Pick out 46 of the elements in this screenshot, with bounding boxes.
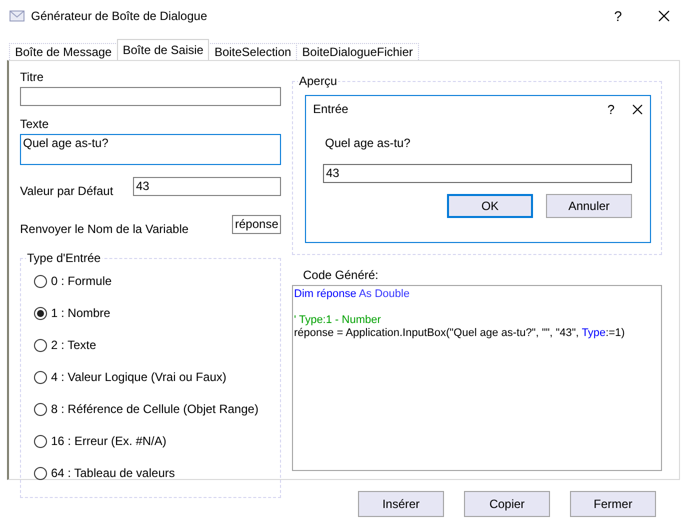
field-label: Titre bbox=[20, 69, 45, 85]
radio-button[interactable] bbox=[34, 402, 47, 416]
code-line: ' Type:1 - Number bbox=[294, 314, 382, 327]
field-label: Texte bbox=[20, 116, 50, 132]
dialog-button[interactable]: OK bbox=[447, 194, 533, 218]
radio-label[interactable]: 64 : Tableau de valeurs bbox=[51, 466, 175, 480]
radio-button[interactable] bbox=[34, 274, 47, 288]
envelope-icon bbox=[9, 9, 25, 23]
action-button[interactable]: Copier bbox=[464, 491, 550, 517]
radio-label[interactable]: 4 : Valeur Logique (Vrai ou Faux) bbox=[51, 370, 226, 384]
code-line: réponse = Application.InputBox("Quel age as-tu?", "", "43", Type:=1) bbox=[294, 327, 626, 340]
field-label: Renvoyer le Nom de la Variable bbox=[20, 220, 189, 236]
tab[interactable]: BoiteDialogueFichier bbox=[296, 43, 419, 60]
dialog-prompt: Quel age as-tu? bbox=[325, 136, 412, 150]
text-field[interactable]: Quel age as-tu? bbox=[20, 134, 281, 165]
code-line: Dim réponse As Double bbox=[294, 288, 411, 301]
radio-button[interactable] bbox=[34, 306, 47, 320]
window-title: Générateur de Boîte de Dialogue bbox=[31, 9, 208, 23]
close-icon bbox=[658, 10, 670, 22]
tab[interactable]: Boîte de Message bbox=[9, 43, 118, 60]
radio-button[interactable] bbox=[34, 370, 47, 384]
radio-button[interactable] bbox=[34, 338, 47, 352]
action-button[interactable]: Insérer bbox=[358, 491, 444, 517]
radio-button[interactable] bbox=[34, 434, 47, 448]
default-value-field[interactable]: 43 bbox=[133, 177, 281, 196]
radio-label[interactable]: 2 : Texte bbox=[51, 338, 96, 352]
help-button[interactable]: ? bbox=[595, 0, 641, 32]
close-icon bbox=[632, 104, 642, 114]
dialog-title: Entrée bbox=[313, 102, 348, 116]
dialog-button[interactable]: Annuler bbox=[546, 194, 632, 218]
radio-button[interactable] bbox=[34, 466, 47, 480]
code-box[interactable]: Dim réponse As Double ' Type:1 - Number réponse = Application.InputBox("Quel age as-tu?", "", "43", Type:=1) bbox=[292, 285, 662, 471]
code-label: Code Généré: bbox=[303, 267, 380, 283]
group-label: Aperçu bbox=[298, 74, 338, 88]
group-label: Type d'Entrée bbox=[26, 251, 102, 265]
action-button[interactable]: Fermer bbox=[570, 491, 656, 517]
field-label: Valeur par Défaut bbox=[20, 182, 114, 198]
help-button[interactable]: ? bbox=[598, 97, 624, 121]
radio-label[interactable]: 0 : Formule bbox=[51, 274, 112, 288]
radio-label[interactable]: 1 : Nombre bbox=[51, 306, 110, 320]
variable-name-field[interactable]: réponse bbox=[232, 215, 281, 234]
dialog-input-field[interactable]: 43 bbox=[323, 164, 632, 183]
radio-label[interactable]: 8 : Référence de Cellule (Objet Range) bbox=[51, 402, 258, 416]
tab[interactable]: Boîte de Saisie bbox=[116, 39, 210, 60]
title-field[interactable] bbox=[20, 87, 281, 106]
radio-label[interactable]: 16 : Erreur (Ex. #N/A) bbox=[51, 434, 166, 448]
